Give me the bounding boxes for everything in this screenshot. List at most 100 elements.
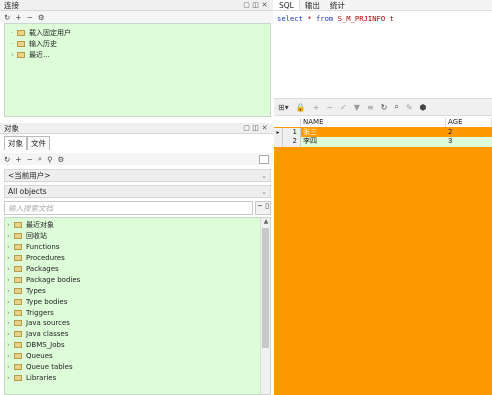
list-item[interactable]: › 最近对象 bbox=[7, 220, 259, 231]
chevron-down-icon: ⌄ bbox=[261, 187, 267, 196]
folder-icon bbox=[14, 320, 22, 327]
float-icon[interactable]: ◫ bbox=[251, 124, 260, 132]
close-icon[interactable]: ✕ bbox=[260, 1, 269, 9]
expand-icon[interactable]: › bbox=[7, 276, 14, 284]
list-item-label: Packages bbox=[26, 265, 59, 273]
list-item[interactable]: › Queues bbox=[7, 351, 259, 362]
list-item[interactable]: › Package bodies bbox=[7, 274, 259, 285]
table-row[interactable]: 2 李四 3 bbox=[274, 137, 492, 147]
close-icon[interactable]: ✕ bbox=[260, 124, 269, 132]
list-item-label: Package bodies bbox=[26, 275, 81, 284]
tree-item-recent[interactable]: › 最近... bbox=[11, 49, 270, 60]
sql-editor[interactable]: select * from S_M_PRJINFO t bbox=[274, 12, 492, 94]
remove-icon[interactable]: − bbox=[27, 13, 33, 22]
filter-icon[interactable]: ⚲ bbox=[47, 155, 53, 164]
column-header-name[interactable]: NAME bbox=[301, 118, 446, 127]
refresh-icon[interactable]: ↻ bbox=[381, 103, 388, 112]
expand-icon[interactable]: › bbox=[7, 330, 14, 338]
remove-icon[interactable]: − bbox=[27, 155, 33, 164]
add-icon[interactable]: + bbox=[15, 155, 21, 164]
list-item-label: Type bodies bbox=[26, 297, 68, 306]
add-icon[interactable]: + bbox=[15, 13, 21, 22]
list-item[interactable]: › Procedures bbox=[7, 253, 259, 264]
refresh-icon[interactable]: ↻ bbox=[4, 13, 10, 22]
folder-icon bbox=[14, 276, 22, 283]
expand-icon[interactable]: › bbox=[7, 298, 14, 306]
connection-toolbar: ↻ + − ⚙ bbox=[0, 11, 273, 23]
tree-item-history[interactable]: · 输入历史 bbox=[11, 38, 270, 49]
expand-icon[interactable]: › bbox=[7, 265, 14, 273]
expand-icon[interactable]: › bbox=[7, 232, 14, 240]
add-row-icon[interactable]: + bbox=[313, 103, 320, 112]
float-icon[interactable]: ◫ bbox=[251, 1, 260, 9]
export-icon[interactable]: ⬢ bbox=[420, 103, 427, 112]
list-item[interactable]: › Type bodies bbox=[7, 296, 259, 307]
expand-icon[interactable]: › bbox=[7, 254, 14, 262]
properties-icon[interactable]: ⚙ bbox=[38, 13, 45, 22]
checkbox[interactable] bbox=[259, 154, 269, 164]
object-browser-tree: › 最近对象 › 回收站 › Functions › Procedures › Packages ›… bbox=[4, 217, 271, 395]
delete-row-icon[interactable]: − bbox=[326, 103, 333, 112]
tab-statistics[interactable]: 统计 bbox=[325, 0, 350, 10]
objects-tabs: 对象 文件 bbox=[4, 136, 50, 150]
folder-icon bbox=[14, 353, 22, 360]
post-changes-icon[interactable]: ✓ bbox=[340, 103, 347, 112]
folder-icon bbox=[14, 266, 22, 272]
list-item[interactable]: › DBMS_Jobs bbox=[7, 340, 259, 351]
list-item[interactable]: › Queue tables bbox=[7, 362, 259, 373]
restore-icon[interactable]: ▢ bbox=[242, 1, 251, 9]
list-item[interactable]: › Packages bbox=[7, 264, 259, 275]
find-icon[interactable]: ⌕ bbox=[38, 154, 42, 164]
list-item[interactable]: › Types bbox=[7, 285, 259, 296]
list-item[interactable]: › Functions bbox=[7, 242, 259, 253]
edit-icon[interactable]: ✎ bbox=[406, 103, 413, 112]
list-item[interactable]: › Triggers bbox=[7, 307, 259, 318]
folder-icon bbox=[14, 222, 22, 229]
folder-icon bbox=[14, 309, 22, 316]
find-icon[interactable]: ⌕ bbox=[394, 102, 398, 112]
list-item[interactable]: › 回收站 bbox=[7, 231, 259, 242]
list-item[interactable]: › Java classes bbox=[7, 329, 259, 340]
list-item[interactable]: › Java sources bbox=[7, 318, 259, 329]
expand-icon[interactable]: › bbox=[7, 363, 14, 371]
search-input[interactable] bbox=[4, 201, 253, 215]
grid-view-icon[interactable]: ⊞▾ bbox=[278, 103, 289, 112]
expand-icon[interactable]: › bbox=[7, 221, 14, 229]
list-item-label: Functions bbox=[26, 243, 60, 252]
properties-icon[interactable]: ⚙ bbox=[58, 155, 65, 164]
tab-sql[interactable]: SQL bbox=[274, 0, 300, 10]
expand-icon[interactable]: › bbox=[7, 319, 14, 327]
vertical-scrollbar[interactable]: ▲ bbox=[260, 218, 270, 394]
tab-output[interactable]: 输出 bbox=[300, 0, 325, 10]
expand-icon[interactable]: › bbox=[7, 352, 14, 360]
expand-icon[interactable]: › bbox=[7, 341, 14, 349]
expand-icon[interactable]: › bbox=[7, 309, 14, 317]
table-row[interactable]: ▸ 1 张三 2 bbox=[274, 127, 492, 137]
list-item[interactable]: › Libraries bbox=[7, 372, 259, 383]
scrollbar-thumb[interactable] bbox=[262, 228, 269, 348]
expand-icon[interactable]: › bbox=[7, 287, 14, 295]
tab-files[interactable]: 文件 bbox=[27, 136, 50, 150]
left-pane: 连接 ▢ ◫ ✕ ↻ + − ⚙ · 载入固定用户 · 输入历史 › 最近...… bbox=[0, 0, 273, 395]
list-item-label: Types bbox=[26, 286, 46, 295]
user-select[interactable]: <当前用户> ⌄ bbox=[4, 169, 271, 182]
clear-search-button[interactable]: − ▯ bbox=[255, 201, 271, 215]
list-item-label: Java sources bbox=[26, 319, 70, 328]
clear-filter-icon[interactable]: ≡ bbox=[367, 103, 374, 112]
tree-item-fixed-users[interactable]: · 载入固定用户 bbox=[11, 27, 270, 38]
restore-icon[interactable]: ▢ bbox=[242, 124, 251, 132]
list-item-label: 回收站 bbox=[26, 232, 47, 241]
folder-icon bbox=[14, 233, 22, 240]
refresh-icon[interactable]: ↻ bbox=[4, 155, 10, 164]
filter-icon[interactable]: ▼ bbox=[354, 103, 360, 112]
lock-icon[interactable]: 🔒 bbox=[296, 103, 306, 112]
folder-icon bbox=[14, 255, 22, 262]
expand-icon[interactable]: › bbox=[7, 243, 14, 251]
chevron-up-icon[interactable]: ▲ bbox=[261, 218, 270, 225]
folder-icon bbox=[14, 244, 22, 251]
expand-icon[interactable]: › bbox=[7, 374, 14, 382]
object-type-select[interactable]: All objects ⌄ bbox=[4, 185, 271, 198]
column-header-age[interactable]: AGE bbox=[446, 118, 492, 127]
list-item-label: Libraries bbox=[26, 373, 57, 382]
tab-objects[interactable]: 对象 bbox=[4, 136, 27, 150]
